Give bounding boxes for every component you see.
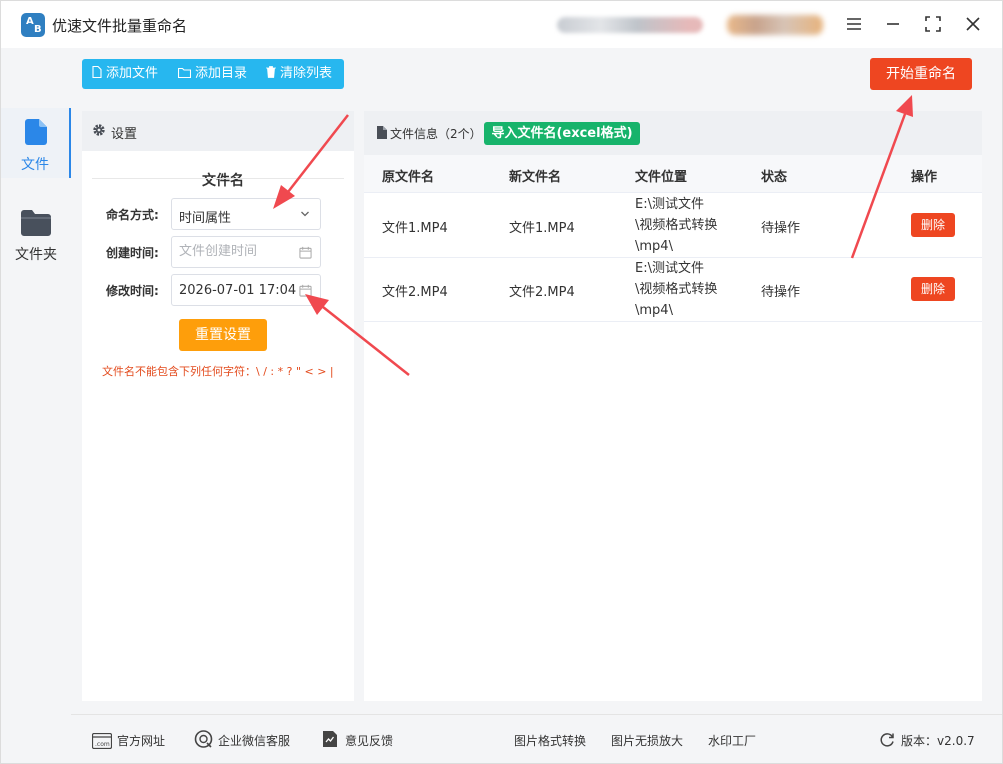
blurred-user-info <box>557 17 703 33</box>
column-original-name[interactable]: 原文件名 <box>382 166 434 185</box>
feedback-link[interactable]: 意见反馈 <box>345 732 393 749</box>
filename-warning: 文件名不能包含下列任何字符：\ / : * ? " < > | <box>102 365 334 378</box>
table-row[interactable]: 文件2.MP4 文件2.MP4 E:\测试文件 \视频格式转换 \mp4\ 待操… <box>364 258 982 322</box>
location-line: \视频格式转换 <box>635 218 718 233</box>
add-file-label: 添加文件 <box>106 66 159 81</box>
gear-icon <box>93 124 105 136</box>
start-rename-button[interactable]: 开始重命名 <box>870 58 972 90</box>
sidebar-item-file[interactable]: 文件 <box>1 108 71 178</box>
app-title: 优速文件批量重命名 <box>52 17 188 35</box>
location-cell: E:\测试文件 \视频格式转换 \mp4\ <box>635 258 717 321</box>
clear-list-label: 清除列表 <box>280 66 333 81</box>
file-info-title: 文件信息（2个） <box>390 125 482 142</box>
title-bar: A B 优速文件批量重命名 <box>1 1 1002 48</box>
official-website-link[interactable]: 官方网址 <box>117 732 165 749</box>
app-window: A B 优速文件批量重命名 文件 文件夹 添加文件 添加目录 清除列表 开始重命… <box>0 0 1003 764</box>
image-convert-link[interactable]: 图片格式转换 <box>514 732 586 749</box>
add-file-button[interactable]: 添加文件 <box>92 59 158 89</box>
feedback-icon <box>323 731 337 747</box>
status-cell: 待操作 <box>761 285 801 300</box>
settings-header: 设置 <box>82 111 354 151</box>
section-divider <box>92 178 344 179</box>
created-time-label: 创建时间: <box>106 246 159 260</box>
location-line: E:\测试文件 <box>635 261 704 276</box>
version-label: 版本： <box>901 734 938 748</box>
modified-time-field[interactable]: 2026-07-01 17:04 <box>171 274 321 306</box>
sidebar-item-folder[interactable]: 文件夹 <box>1 198 71 268</box>
wechat-service-link[interactable]: 企业微信客服 <box>218 732 290 749</box>
new-name-cell: 文件1.MP4 <box>509 221 575 236</box>
original-name-cell: 文件1.MP4 <box>382 221 448 236</box>
created-time-field[interactable] <box>171 236 321 268</box>
sidebar-item-label: 文件 <box>21 157 49 173</box>
image-enlarge-link[interactable]: 图片无损放大 <box>611 732 683 749</box>
version-number: v2.0.7 <box>937 734 975 748</box>
wechat-icon <box>194 730 213 748</box>
file-info-label: 文件信息 <box>390 127 439 141</box>
trash-icon <box>266 66 276 78</box>
status-cell: 待操作 <box>761 221 801 236</box>
logo-letter-b: B <box>34 24 42 35</box>
location-cell: E:\测试文件 \视频格式转换 \mp4\ <box>635 194 717 257</box>
naming-mode-value: 时间属性 <box>179 211 232 226</box>
settings-panel: 设置 文件名 命名方式: 时间属性 创建时间: 修改时间: 2026-07-01… <box>82 111 354 701</box>
delete-button[interactable]: 删除 <box>911 213 955 237</box>
modified-time-value: 2026-07-01 17:04 <box>179 283 297 298</box>
sidebar: 文件 文件夹 <box>1 48 71 714</box>
location-line: \mp4\ <box>635 239 673 254</box>
naming-mode-label: 命名方式: <box>106 208 159 222</box>
folder-icon <box>21 210 51 236</box>
document-icon <box>377 126 387 139</box>
file-icon <box>25 119 47 145</box>
column-location[interactable]: 文件位置 <box>635 166 687 185</box>
column-action: 操作 <box>911 170 938 185</box>
folder-add-icon <box>178 67 191 78</box>
app-logo-icon: A B <box>21 13 45 37</box>
file-info-header: 文件信息（2个） 导入文件名(excel格式) <box>364 111 982 155</box>
close-icon[interactable] <box>958 10 988 38</box>
import-filenames-button[interactable]: 导入文件名(excel格式) <box>484 122 640 145</box>
calendar-icon <box>299 246 312 259</box>
calendar-icon <box>299 284 312 297</box>
refresh-icon <box>880 733 894 747</box>
chevron-down-icon <box>301 211 309 217</box>
created-time-input[interactable] <box>179 244 294 259</box>
watermark-link[interactable]: 水印工厂 <box>708 732 756 749</box>
location-line: E:\测试文件 <box>635 197 704 212</box>
file-count: （2个） <box>438 127 482 141</box>
logo-letter-a: A <box>26 16 34 27</box>
location-line: \视频格式转换 <box>635 282 718 297</box>
table-row[interactable]: 文件1.MP4 文件1.MP4 E:\测试文件 \视频格式转换 \mp4\ 待操… <box>364 194 982 258</box>
footer-bar: .com 官方网址 企业微信客服 意见反馈 图片格式转换 图片无损放大 水印工厂… <box>71 714 1002 763</box>
settings-title: 设置 <box>111 127 138 142</box>
website-icon-text: .com <box>95 741 110 748</box>
version-display[interactable]: 版本：v2.0.7 <box>901 732 975 749</box>
menu-icon[interactable] <box>839 10 869 38</box>
reset-settings-button[interactable]: 重置设置 <box>179 319 267 351</box>
column-new-name[interactable]: 新文件名 <box>509 166 561 185</box>
column-status[interactable]: 状态 <box>761 166 787 185</box>
naming-mode-select[interactable]: 时间属性 <box>171 198 321 230</box>
toolbar: 添加文件 添加目录 清除列表 <box>82 59 344 89</box>
maximize-icon[interactable] <box>918 10 948 38</box>
add-directory-button[interactable]: 添加目录 <box>178 59 247 89</box>
file-info-panel: 文件信息（2个） 导入文件名(excel格式) 原文件名 新文件名 文件位置 状… <box>364 111 982 701</box>
sidebar-item-label: 文件夹 <box>15 247 57 263</box>
table-header: 原文件名 新文件名 文件位置 状态 操作 <box>364 155 982 193</box>
file-add-icon <box>92 66 102 78</box>
website-icon: .com <box>92 733 112 749</box>
modified-time-label: 修改时间: <box>106 284 159 298</box>
delete-button[interactable]: 删除 <box>911 277 955 301</box>
new-name-cell: 文件2.MP4 <box>509 285 575 300</box>
blurred-account-badge <box>727 15 823 35</box>
original-name-cell: 文件2.MP4 <box>382 285 448 300</box>
add-directory-label: 添加目录 <box>195 66 248 81</box>
clear-list-button[interactable]: 清除列表 <box>266 59 332 89</box>
minimize-icon[interactable] <box>878 10 908 38</box>
filename-section-title: 文件名 <box>202 173 244 189</box>
location-line: \mp4\ <box>635 303 673 318</box>
